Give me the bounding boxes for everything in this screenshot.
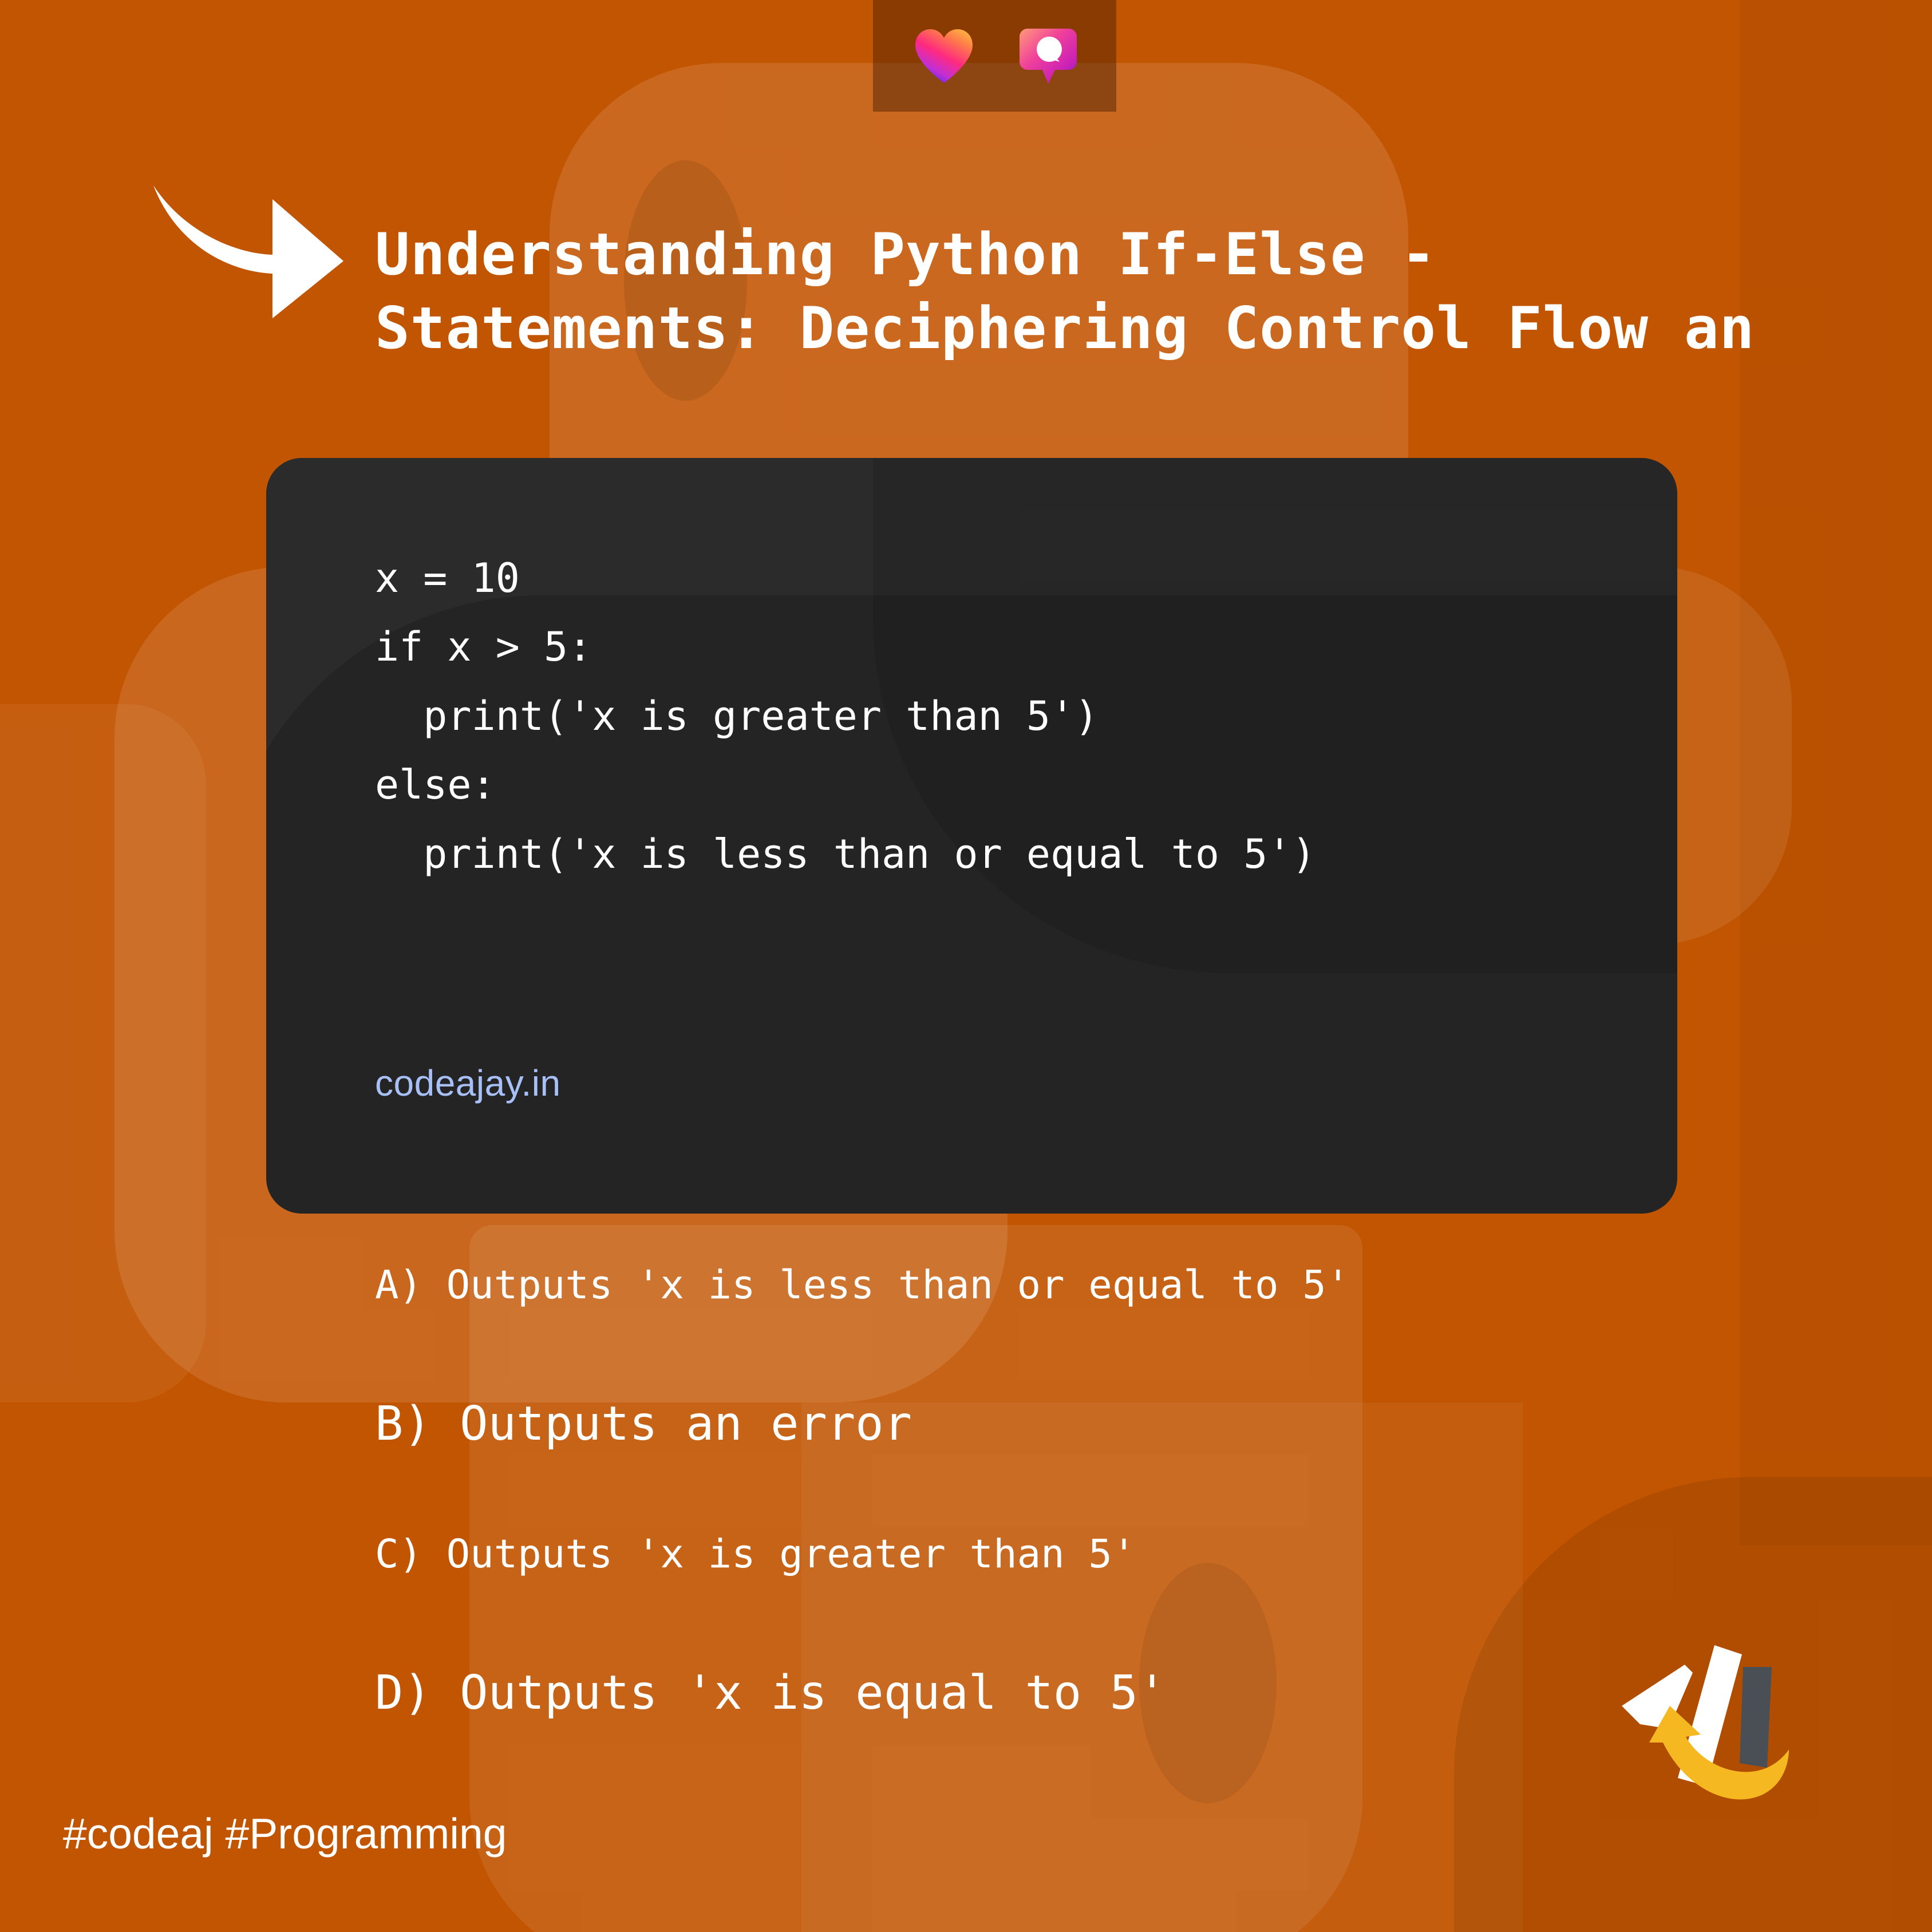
- answer-option-c[interactable]: C) Outputs 'x is greater than 5': [375, 1531, 1692, 1578]
- codeajay-link[interactable]: codeajay.in: [375, 1062, 561, 1104]
- answer-option-d[interactable]: D) Outputs 'x is equal to 5': [375, 1666, 1692, 1721]
- curved-arrow-icon: [150, 182, 345, 354]
- answer-option-b[interactable]: B) Outputs an error: [375, 1397, 1692, 1452]
- answer-option-a[interactable]: A) Outputs 'x is less than or equal to 5…: [375, 1262, 1692, 1309]
- footer-hashtags: #codeaj #Programming: [63, 1809, 507, 1858]
- page-title-line-1: Understanding Python If-Else -: [375, 220, 1437, 288]
- page-title-line-2: Statements: Deciphering Control Flow an: [375, 294, 1755, 362]
- page-title: Understanding Python If-Else - Statement…: [375, 218, 1932, 366]
- comment-icon: [1019, 26, 1077, 86]
- social-reactions-badge: [873, 0, 1116, 112]
- code-panel: x = 10 if x > 5: print('x is greater tha…: [266, 458, 1677, 1214]
- codeaj-logo: [1600, 1620, 1829, 1832]
- heart-icon: [913, 27, 975, 85]
- code-block: x = 10 if x > 5: print('x is greater tha…: [375, 555, 1316, 878]
